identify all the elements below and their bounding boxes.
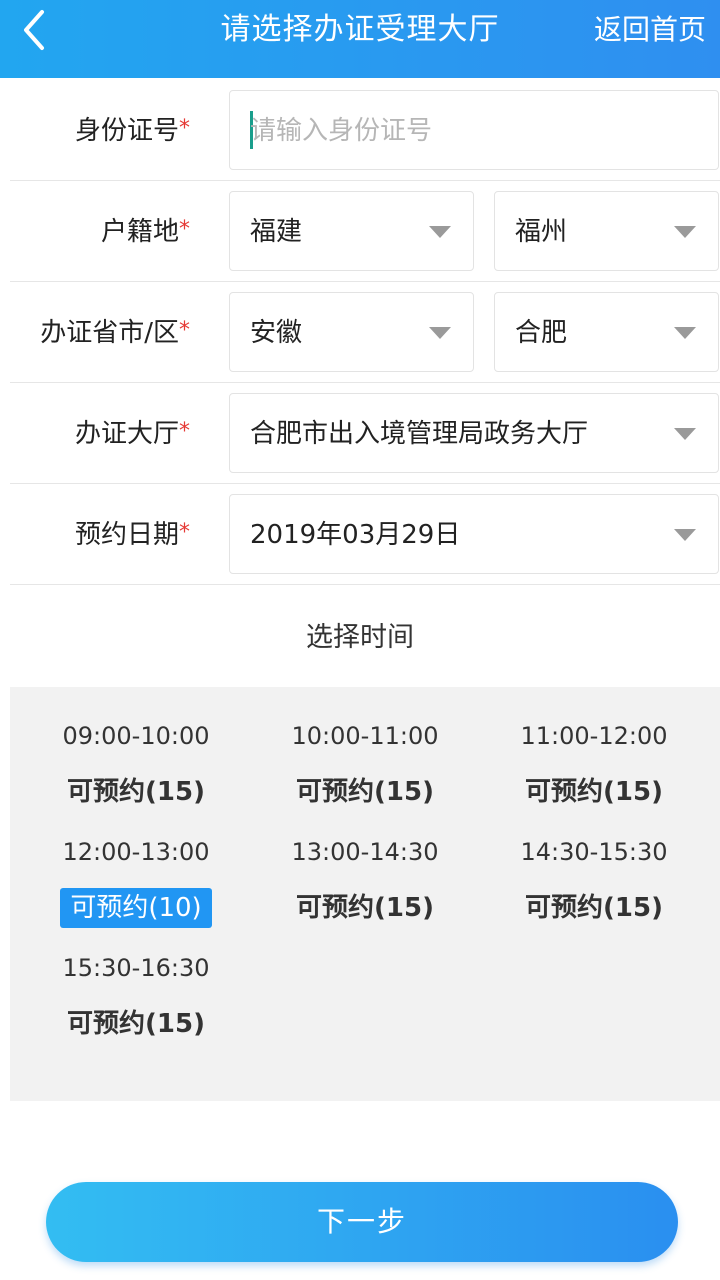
required-mark: * [179, 520, 190, 545]
appointment-date-label: 预约日期* [74, 520, 190, 550]
time-slot[interactable]: 13:00-14:30 可预约(15) [265, 836, 465, 928]
slot-availability: 可预约(15) [67, 777, 205, 807]
slot-time: 13:00-14:30 [291, 838, 439, 866]
dropdown-arrow-icon [429, 226, 451, 238]
dropdown-arrow-icon [674, 226, 696, 238]
office-hall-row: 办证大厅* 合肥市出入境管理局政务大厅 [10, 383, 720, 484]
office-province-select[interactable]: 安徽 [229, 292, 474, 372]
slot-time: 15:30-16:30 [62, 954, 210, 982]
office-province-value: 安徽 [250, 318, 303, 348]
id-number-placeholder: 请输入身份证号 [250, 116, 433, 146]
slot-time: 09:00-10:00 [62, 722, 210, 750]
office-region-row: 办证省市/区* 安徽 合肥 [10, 282, 720, 383]
household-label: 户籍地* [100, 217, 190, 247]
dropdown-arrow-icon [429, 327, 451, 339]
time-slot[interactable]: 14:30-15:30 可预约(15) [494, 836, 694, 928]
required-mark: * [179, 217, 190, 242]
dropdown-arrow-icon [674, 428, 696, 440]
time-slot[interactable]: 15:30-16:30 可预约(15) [36, 952, 236, 1044]
time-section-title: 选择时间 [306, 622, 414, 653]
time-slot[interactable]: 10:00-11:00 可预约(15) [265, 720, 465, 812]
household-row: 户籍地* 福建 福州 [10, 181, 720, 282]
appointment-date-value: 2019年03月29日 [250, 520, 461, 550]
time-slot[interactable]: 09:00-10:00 可预约(15) [36, 720, 236, 812]
home-link[interactable]: 返回首页 [594, 10, 706, 50]
household-city-value: 福州 [515, 217, 568, 247]
id-number-row: 身份证号* 请输入身份证号 [10, 80, 720, 181]
slot-availability: 可预约(15) [525, 893, 663, 923]
appointment-date-row: 预约日期* 2019年03月29日 [10, 484, 720, 585]
slot-availability: 可预约(15) [67, 1009, 205, 1039]
office-region-label: 办证省市/区* [40, 318, 190, 348]
household-province-select[interactable]: 福建 [229, 191, 474, 271]
slot-availability: 可预约(15) [296, 777, 434, 807]
household-city-select[interactable]: 福州 [494, 191, 719, 271]
dropdown-arrow-icon [674, 327, 696, 339]
required-mark: * [179, 318, 190, 343]
office-hall-select[interactable]: 合肥市出入境管理局政务大厅 [229, 393, 719, 473]
time-slot[interactable]: 11:00-12:00 可预约(15) [494, 720, 694, 812]
id-number-label: 身份证号* [74, 116, 190, 146]
required-mark: * [179, 419, 190, 444]
title-bar: 请选择办证受理大厅 返回首页 [0, 0, 720, 78]
required-mark: * [179, 116, 190, 141]
slot-availability: 可预约(15) [296, 893, 434, 923]
slot-availability: 可预约(15) [525, 777, 663, 807]
slot-availability-selected: 可预约(10) [60, 888, 212, 928]
office-city-select[interactable]: 合肥 [494, 292, 719, 372]
slot-time: 12:00-13:00 [62, 838, 210, 866]
time-slot-panel: 09:00-10:00 可预约(15) 10:00-11:00 可预约(15) … [10, 687, 720, 1101]
household-province-value: 福建 [250, 217, 303, 247]
time-slot-selected[interactable]: 12:00-13:00 可预约(10) [36, 836, 236, 928]
office-hall-label: 办证大厅* [74, 419, 190, 449]
slot-time: 14:30-15:30 [520, 838, 668, 866]
dropdown-arrow-icon [674, 529, 696, 541]
office-hall-value: 合肥市出入境管理局政务大厅 [250, 419, 589, 449]
next-step-button[interactable]: 下一步 [46, 1182, 678, 1262]
id-number-input[interactable]: 请输入身份证号 [229, 90, 719, 170]
slot-time: 11:00-12:00 [520, 722, 668, 750]
appointment-date-select[interactable]: 2019年03月29日 [229, 494, 719, 574]
office-city-value: 合肥 [515, 318, 568, 348]
slot-time: 10:00-11:00 [291, 722, 439, 750]
